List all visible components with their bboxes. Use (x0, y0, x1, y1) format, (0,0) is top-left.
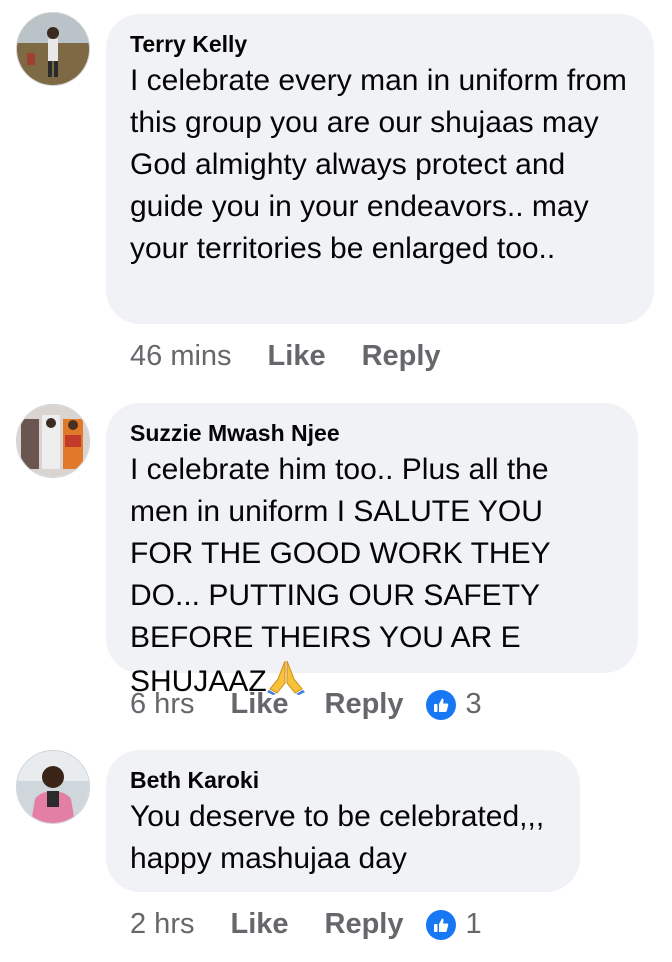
thumbs-up-icon (425, 909, 456, 940)
comment-text-body: I celebrate him too.. Plus all the men i… (130, 453, 551, 698)
comment-time[interactable]: 46 mins (130, 340, 232, 373)
reaction-count: 1 (465, 908, 482, 940)
reaction-summary[interactable]: 3 (425, 688, 482, 721)
comment-bubble: Suzzie Mwash Njee I celebrate him too.. … (106, 403, 638, 698)
avatar[interactable] (16, 404, 90, 478)
comment-text: I celebrate every man in uniform from th… (130, 64, 627, 265)
thumbs-up-icon (425, 689, 456, 720)
avatar[interactable] (16, 12, 90, 86)
reply-button[interactable]: Reply (325, 688, 404, 721)
like-button[interactable]: Like (268, 340, 326, 373)
comment-text: I celebrate him too.. Plus all the men i… (130, 449, 614, 707)
like-button[interactable]: Like (230, 908, 288, 941)
comment-actions: 46 mins Like Reply (130, 340, 477, 373)
reply-button[interactable]: Reply (362, 340, 441, 373)
reaction-summary[interactable]: 1 (425, 908, 482, 941)
comment-bubble: Terry Kelly I celebrate every man in uni… (106, 14, 654, 324)
comment-time[interactable]: 2 hrs (130, 908, 194, 941)
reply-button[interactable]: Reply (325, 908, 404, 941)
comment-actions: 6 hrs Like Reply 3 (130, 688, 482, 721)
like-button[interactable]: Like (230, 688, 288, 721)
avatar[interactable] (16, 750, 90, 824)
comment-author[interactable]: Terry Kelly (130, 30, 630, 58)
reaction-count: 3 (465, 688, 482, 720)
comment-bubble: Beth Karoki You deserve to be celebrated… (106, 750, 580, 892)
comment-time[interactable]: 6 hrs (130, 688, 194, 721)
comment-actions: 2 hrs Like Reply 1 (130, 908, 482, 941)
comment-author[interactable]: Suzzie Mwash Njee (130, 419, 614, 447)
comment-text: You deserve to be celebrated,,, happy ma… (130, 800, 545, 875)
comment-author[interactable]: Beth Karoki (130, 766, 556, 794)
